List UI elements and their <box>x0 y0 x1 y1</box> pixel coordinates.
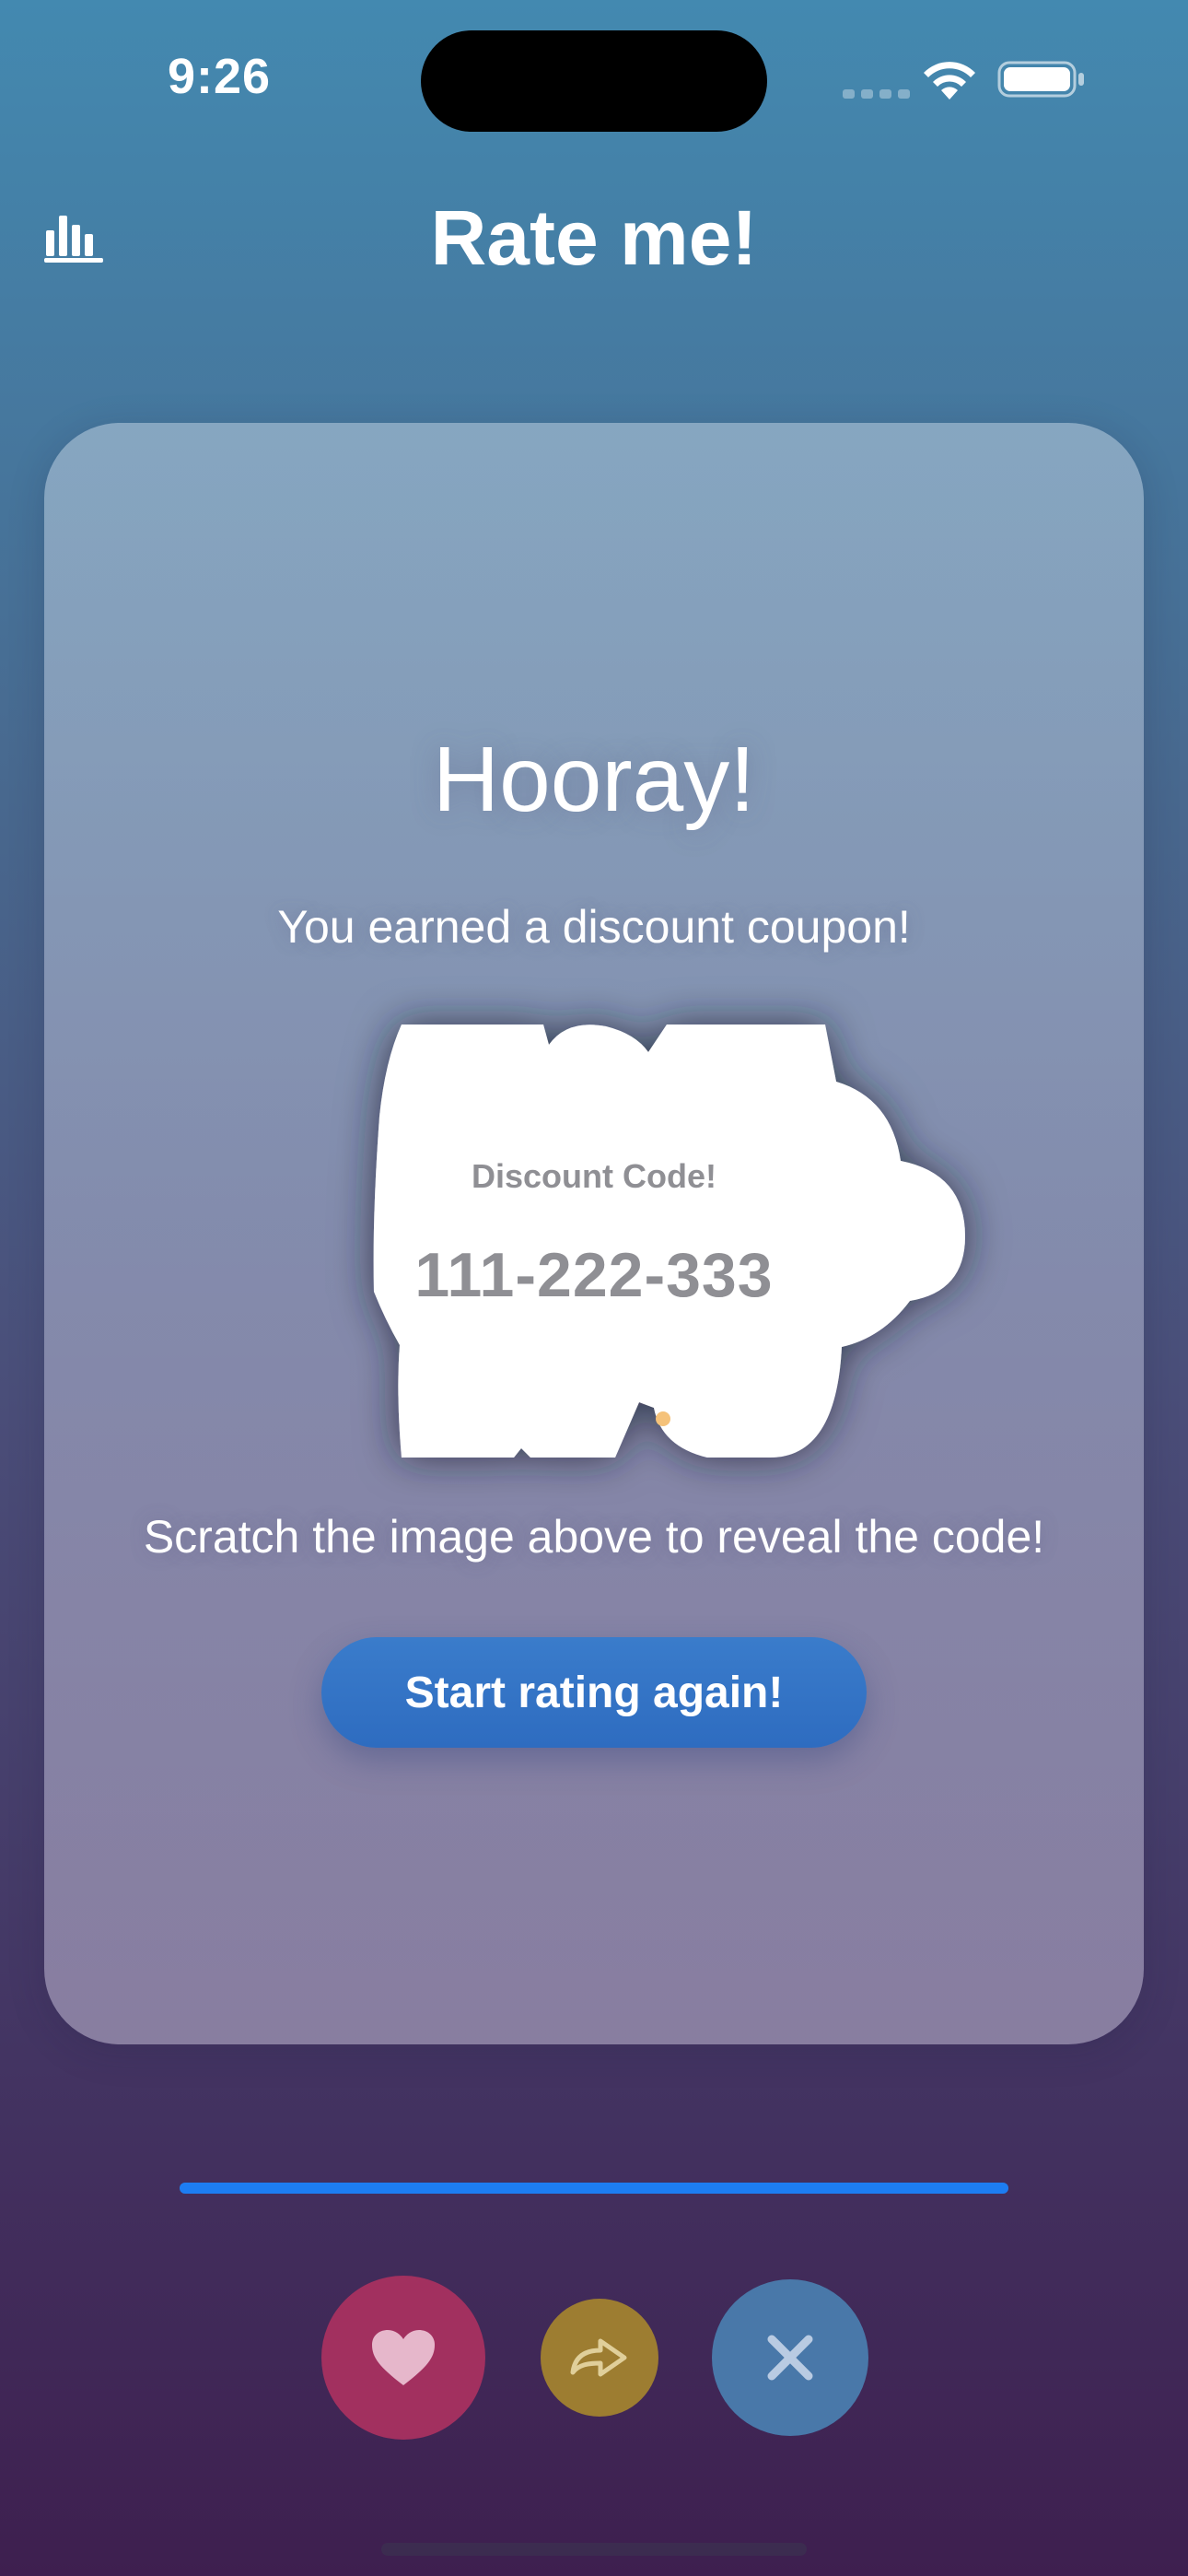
cellular-signal-icon <box>843 89 910 99</box>
like-button[interactable] <box>321 2276 485 2440</box>
dislike-button[interactable] <box>712 2279 868 2436</box>
status-time: 9:26 <box>168 49 272 104</box>
progress-fill <box>180 2183 1008 2194</box>
card-heading: Hooray! <box>432 728 756 831</box>
wifi-icon <box>924 62 975 100</box>
rating-progress-bar <box>180 2183 1008 2194</box>
card-subtitle: You earned a discount coupon! <box>277 901 911 953</box>
dynamic-island <box>421 30 767 132</box>
battery-icon <box>997 61 1084 98</box>
heart-icon <box>372 2330 435 2385</box>
coupon-code: 111-222-333 <box>414 1240 774 1310</box>
reward-card: Hooray! You earned a discount coupon! Di… <box>44 423 1144 2044</box>
start-rating-again-button[interactable]: Start rating again! <box>321 1637 867 1748</box>
home-indicator <box>381 2543 807 2556</box>
coupon-label: Discount Code! <box>472 1157 716 1195</box>
close-icon <box>767 2335 813 2381</box>
page-title: Rate me! <box>430 194 758 281</box>
scratch-hint: Scratch the image above to reveal the co… <box>143 1511 1045 1563</box>
skip-button[interactable] <box>541 2299 658 2417</box>
share-arrow-icon <box>570 2338 627 2377</box>
